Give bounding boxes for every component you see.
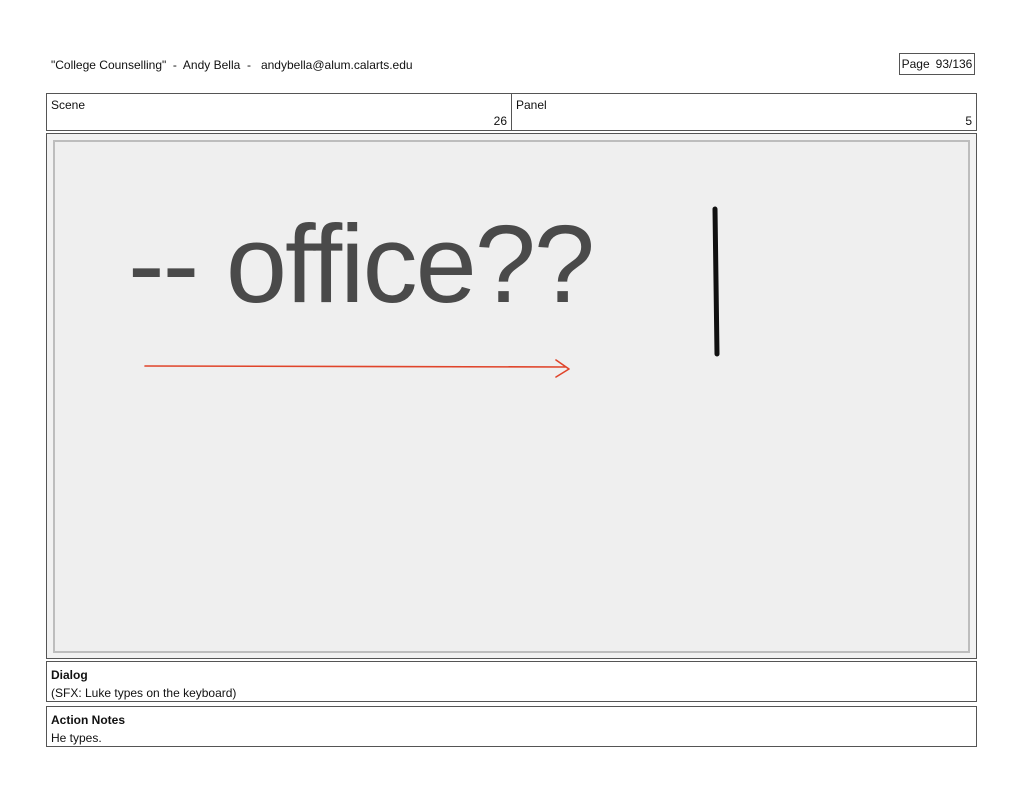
scene-label: Scene [51,98,86,112]
dialog-text: (SFX: Luke types on the keyboard) [51,686,237,700]
typed-text: -- office?? [128,203,595,326]
action-notes-title: Action Notes [51,713,126,727]
dialog-box: Dialog (SFX: Luke types on the keyboard) [46,661,977,702]
panel-cell: Panel 5 [511,94,976,130]
panel-label: Panel [516,98,547,112]
dialog-title: Dialog [51,668,88,682]
scene-panel-row: Scene 26 Panel 5 [46,93,977,131]
page-value: 93/136 [935,57,973,71]
page-label: Page [901,57,930,71]
panel-value: 5 [965,114,972,128]
page-number-box: Page 93/136 [899,53,975,75]
scene-cell: Scene 26 [47,94,511,130]
scene-value: 26 [493,114,507,128]
action-notes-box: Action Notes He types. [46,706,977,747]
document-header: "College Counselling" - Andy Bella - and… [51,58,413,72]
action-notes-text: He types. [51,731,102,745]
